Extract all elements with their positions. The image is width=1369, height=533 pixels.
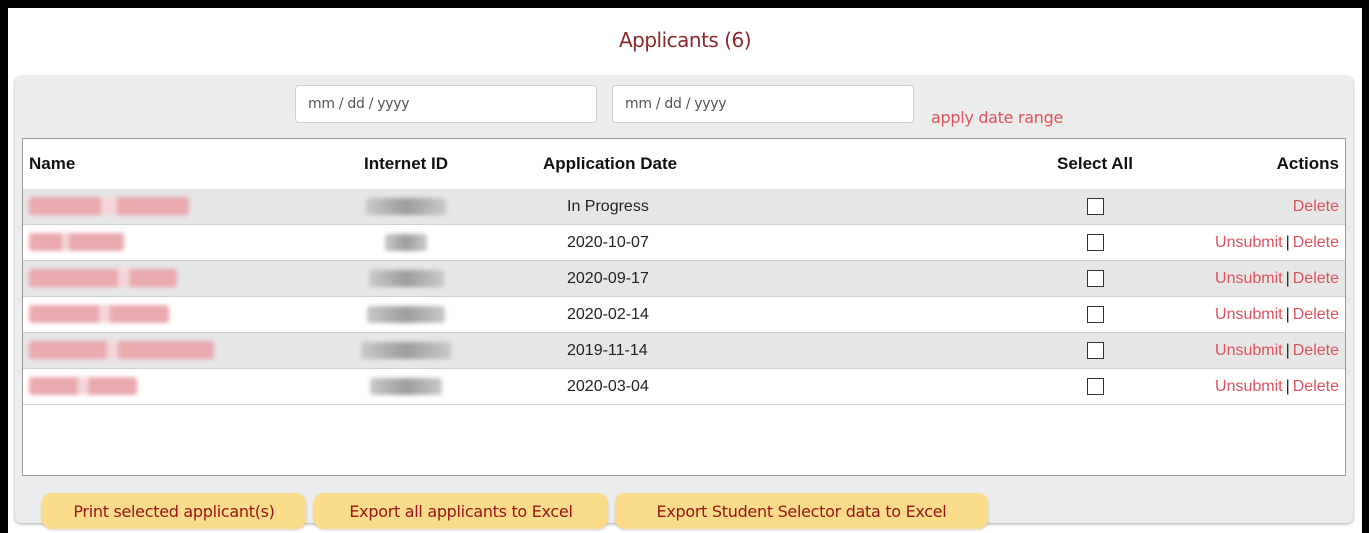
internet-id-column-header[interactable]: Internet ID — [335, 139, 477, 189]
redacted-name[interactable] — [29, 341, 214, 360]
application-date-cell: 2020-09-17 — [477, 260, 989, 297]
redacted-name[interactable] — [29, 233, 124, 252]
print-selected-button[interactable]: Print selected applicant(s) — [42, 493, 306, 529]
internet-id-cell — [335, 368, 477, 405]
select-cell — [989, 189, 1201, 225]
action-separator: | — [1285, 233, 1290, 251]
redacted-id — [361, 341, 451, 359]
select-cell — [989, 332, 1201, 369]
select-checkbox[interactable] — [1086, 233, 1104, 251]
select-all-header[interactable]: Select All — [989, 139, 1201, 189]
action-separator: | — [1285, 377, 1290, 395]
applicants-panel: apply date range Name Internet ID Applic… — [15, 76, 1353, 529]
applicants-table: Name Internet ID Application Date Select… — [23, 139, 1345, 405]
actions-cell: Unsubmit | Delete — [1201, 296, 1345, 333]
delete-link[interactable]: Delete — [1293, 378, 1339, 395]
table-row: 2020-10-07 Unsubmit | Delete — [23, 224, 1345, 261]
redacted-name[interactable] — [29, 269, 177, 288]
unsubmit-link[interactable]: Unsubmit — [1215, 306, 1283, 323]
action-separator: | — [1285, 269, 1290, 287]
redacted-id — [385, 233, 427, 251]
applicants-table-wrapper: Name Internet ID Application Date Select… — [22, 138, 1346, 529]
redacted-name[interactable] — [29, 377, 137, 396]
action-separator: | — [1285, 341, 1290, 359]
export-all-button[interactable]: Export all applicants to Excel — [314, 493, 608, 529]
actions-cell: Unsubmit | Delete — [1201, 260, 1345, 297]
applicant-name-cell — [23, 224, 335, 261]
application-date-column-header[interactable]: Application Date — [477, 139, 989, 189]
delete-link[interactable]: Delete — [1293, 342, 1339, 359]
applicant-name-cell — [23, 189, 335, 225]
applicant-name-cell — [23, 260, 335, 297]
actions-cell: Unsubmit | Delete — [1201, 224, 1345, 261]
select-checkbox[interactable] — [1086, 269, 1104, 287]
select-cell — [989, 296, 1201, 333]
page-title: Applicants (6) — [618, 28, 752, 52]
delete-link[interactable]: Delete — [1293, 198, 1339, 215]
redacted-id — [368, 269, 444, 287]
table-row: 2020-09-17 Unsubmit | Delete — [23, 260, 1345, 297]
table-row: 2020-03-04 Unsubmit | Delete — [23, 368, 1345, 405]
name-column-header[interactable]: Name — [23, 139, 335, 189]
unsubmit-link[interactable]: Unsubmit — [1215, 270, 1283, 287]
internet-id-cell — [335, 224, 477, 261]
internet-id-cell — [335, 189, 477, 225]
table-row: 2020-02-14 Unsubmit | Delete — [23, 296, 1345, 333]
delete-link[interactable]: Delete — [1293, 306, 1339, 323]
applicants-window: Applicants (6) apply date range Name Int… — [8, 8, 1362, 533]
applicant-name-cell — [23, 332, 335, 369]
table-row: 2019-11-14 Unsubmit | Delete — [23, 332, 1345, 369]
actions-cell: Unsubmit | Delete — [1201, 332, 1345, 369]
end-date-input[interactable] — [612, 85, 914, 123]
internet-id-cell — [335, 332, 477, 369]
internet-id-cell — [335, 260, 477, 297]
select-cell — [989, 368, 1201, 405]
select-cell — [989, 224, 1201, 261]
applicant-name-cell — [23, 368, 335, 405]
redacted-name[interactable] — [29, 305, 169, 324]
apply-date-range-link[interactable]: apply date range — [931, 108, 1063, 127]
redacted-id — [370, 377, 442, 395]
application-date-cell: 2020-02-14 — [477, 296, 989, 333]
select-checkbox[interactable] — [1086, 341, 1104, 359]
actions-cell: Unsubmit | Delete — [1201, 368, 1345, 405]
internet-id-cell — [335, 296, 477, 333]
delete-link[interactable]: Delete — [1293, 270, 1339, 287]
application-date-cell: 2019-11-14 — [477, 332, 989, 369]
select-cell — [989, 260, 1201, 297]
application-date-cell: 2020-03-04 — [477, 368, 989, 405]
unsubmit-link[interactable]: Unsubmit — [1215, 378, 1283, 395]
redacted-id — [367, 305, 445, 323]
applicant-name-cell — [23, 296, 335, 333]
delete-link[interactable]: Delete — [1293, 234, 1339, 251]
redacted-name[interactable] — [29, 197, 189, 216]
export-student-selector-button[interactable]: Export Student Selector data to Excel — [615, 493, 988, 529]
unsubmit-link[interactable]: Unsubmit — [1215, 342, 1283, 359]
redacted-id — [366, 197, 446, 215]
table-header-row: Name Internet ID Application Date Select… — [23, 139, 1345, 189]
unsubmit-link[interactable]: Unsubmit — [1215, 234, 1283, 251]
start-date-input[interactable] — [295, 85, 597, 123]
select-checkbox[interactable] — [1086, 377, 1104, 395]
application-date-cell: 2020-10-07 — [477, 224, 989, 261]
action-separator: | — [1285, 305, 1290, 323]
application-date-cell: In Progress — [477, 189, 989, 225]
select-checkbox[interactable] — [1086, 305, 1104, 323]
actions-cell: Delete — [1201, 189, 1345, 225]
select-checkbox[interactable] — [1086, 197, 1104, 215]
table-row: In Progress Delete — [23, 189, 1345, 225]
actions-column-header: Actions — [1276, 154, 1339, 173]
